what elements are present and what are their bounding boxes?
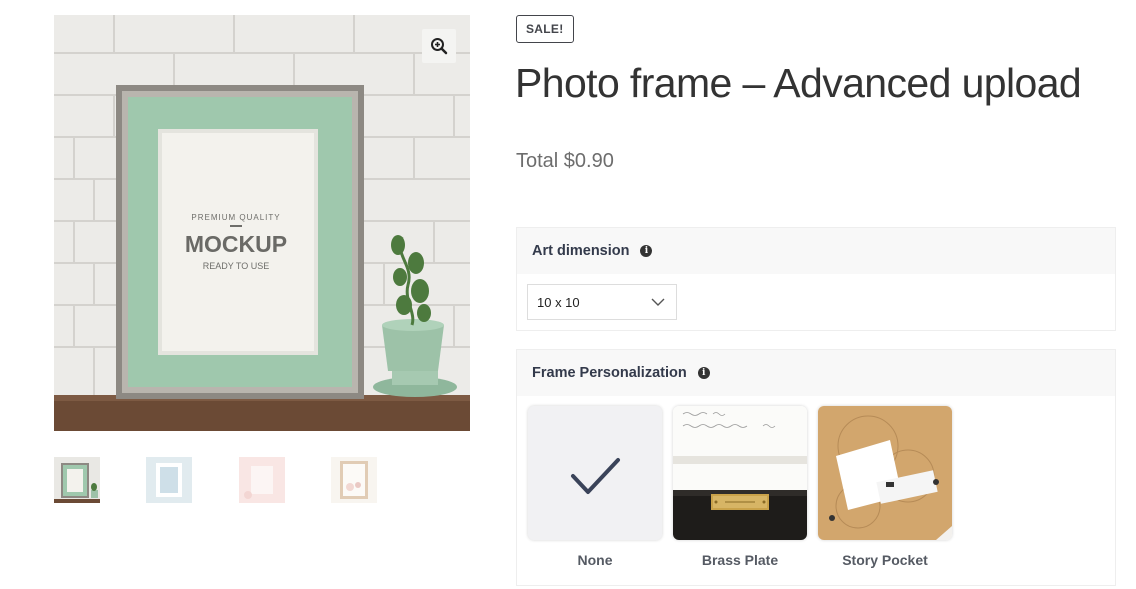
choice-story-pocket-label: Story Pocket xyxy=(842,552,928,568)
chevron-down-icon xyxy=(651,298,665,306)
thumbnail-4[interactable] xyxy=(331,457,377,503)
zoom-button[interactable] xyxy=(422,29,456,63)
choice-brass-plate-image xyxy=(673,406,807,540)
thumbnail-1[interactable] xyxy=(54,457,100,503)
sale-badge: SALE! xyxy=(516,15,574,43)
frame-personalization-header: Frame Personalization i xyxy=(517,350,1115,396)
product-title: Photo frame – Advanced upload xyxy=(515,60,1082,106)
product-total: Total $0.90 xyxy=(516,150,614,172)
choice-none[interactable]: None xyxy=(528,406,662,568)
choice-story-pocket[interactable]: Story Pocket xyxy=(818,406,952,568)
info-icon[interactable]: i xyxy=(697,367,710,379)
mockup-line1: PREMIUM QUALITY xyxy=(191,213,280,222)
art-dimension-header: Art dimension i xyxy=(517,228,1115,274)
choice-none-label: None xyxy=(577,552,613,568)
choice-brass-plate[interactable]: Brass Plate xyxy=(673,406,807,568)
product-main-image[interactable]: PREMIUM QUALITY MOCKUP READY TO USE xyxy=(54,15,470,431)
mockup-line3: READY TO USE xyxy=(203,261,270,271)
art-dimension-section: Art dimension i 10 x 10 xyxy=(516,227,1116,331)
info-icon[interactable]: i xyxy=(640,245,653,257)
thumbnail-2[interactable] xyxy=(146,457,192,503)
gallery-thumbnails xyxy=(54,457,474,505)
choice-story-pocket-image xyxy=(818,406,952,540)
choice-brass-plate-label: Brass Plate xyxy=(701,552,779,568)
choice-none-image xyxy=(528,406,662,540)
magnifier-plus-icon xyxy=(431,38,448,55)
art-dimension-selected-value: 10 x 10 xyxy=(537,294,580,310)
mockup-line2: MOCKUP xyxy=(185,231,287,257)
frame-personalization-section: Frame Personalization i None Brass Plate… xyxy=(516,349,1116,586)
thumbnail-3[interactable] xyxy=(239,457,285,503)
art-dimension-label: Art dimension xyxy=(532,243,630,259)
art-dimension-select[interactable]: 10 x 10 xyxy=(527,284,677,320)
frame-personalization-label: Frame Personalization xyxy=(532,365,687,381)
